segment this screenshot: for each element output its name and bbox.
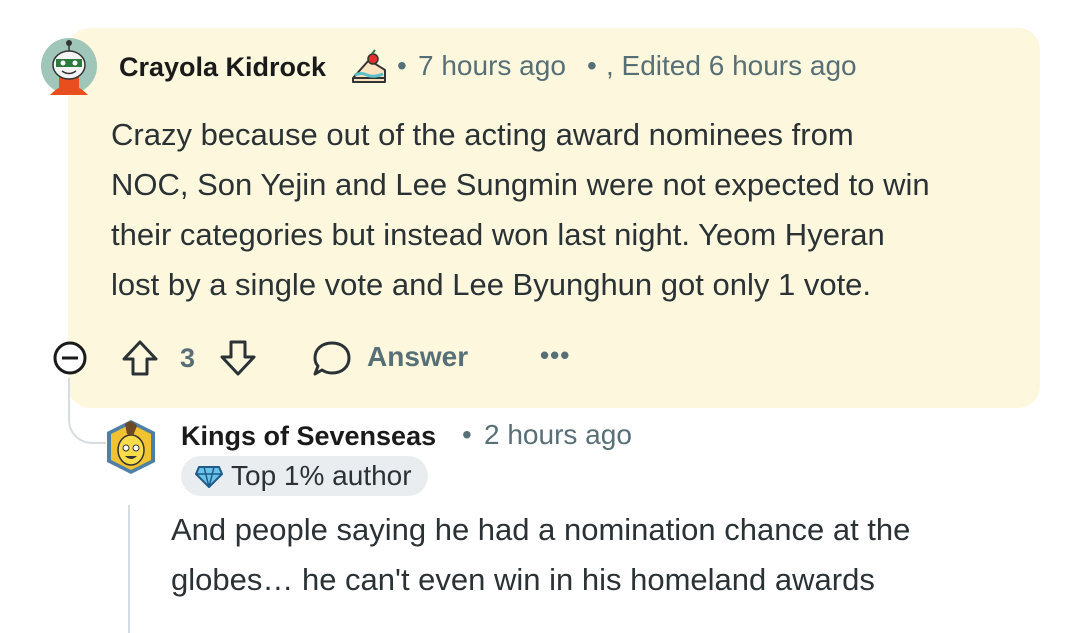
answer-bubble-icon[interactable] [311,339,353,379]
meta-separator: • [462,419,472,450]
comment-body-line: lost by a single vote and Lee Byunghun g… [111,267,872,302]
edited-timestamp: , Edited 6 hours ago [606,50,857,81]
reply-body-line: globes… he can't even win in his homelan… [171,562,875,597]
thread-connector-line [68,378,106,444]
diamond-badge-icon [195,466,223,488]
answer-button[interactable]: Answer [367,341,468,373]
collapse-thread-icon[interactable] [52,340,88,376]
reply-body: And people saying he had a nomination ch… [171,505,1051,605]
downvote-arrow-icon[interactable] [218,338,258,378]
comment-body-line: Crazy because out of the acting award no… [111,117,854,152]
comment-author[interactable]: Crayola Kidrock [119,52,326,83]
user-avatar-kings-of-sevenseas[interactable] [103,418,159,476]
reply-author[interactable]: Kings of Sevenseas [181,421,436,452]
reply-body-line: And people saying he had a nomination ch… [171,512,911,547]
upvote-arrow-icon[interactable] [120,338,160,378]
vote-count: 3 [180,343,196,373]
cake-day-icon [352,49,386,83]
user-avatar-crayola-kidrock[interactable] [40,37,98,95]
more-options-button[interactable]: ••• [540,340,570,371]
comment-body-line: NOC, Son Yejin and Lee Sungmin were not … [111,167,930,202]
badge-label: Top 1% author [231,460,412,491]
comment-body-line: their categories but instead won last ni… [111,217,885,252]
meta-separator: • [587,50,597,81]
meta-separator: • [397,50,407,81]
reply-thread-line [128,505,130,633]
reply-timestamp[interactable]: 2 hours ago [484,419,632,451]
comment-timestamp[interactable]: 7 hours ago [418,50,566,82]
comment-body: Crazy because out of the acting award no… [111,110,1031,310]
top-author-badge: Top 1% author [181,456,428,496]
